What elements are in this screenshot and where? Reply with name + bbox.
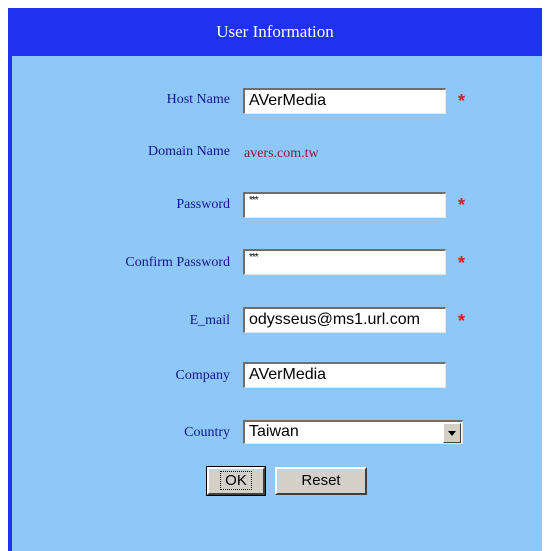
domain-name-value: avers.com.tw	[244, 146, 319, 161]
password-label: Password	[176, 197, 230, 212]
confirm-password-input[interactable]: ***	[243, 249, 446, 275]
email-label: E_mail	[189, 313, 230, 328]
ok-button[interactable]: OK	[206, 466, 266, 496]
email-required-marker: *	[458, 311, 466, 331]
confirm-password-label: Confirm Password	[125, 255, 230, 270]
email-input[interactable]: odysseus@ms1.url.com	[243, 307, 446, 333]
reset-button[interactable]: Reset	[275, 467, 367, 495]
country-selected-value: Taiwan	[249, 423, 299, 440]
company-label: Company	[175, 368, 230, 383]
country-label: Country	[184, 425, 230, 440]
password-input[interactable]: ***	[243, 192, 446, 218]
country-select[interactable]: Taiwan	[243, 420, 463, 444]
confirm-password-required-marker: *	[458, 253, 466, 273]
ok-button-label: OK	[220, 471, 252, 490]
host-name-label: Host Name	[166, 92, 230, 107]
panel-left-border	[8, 56, 12, 551]
company-input[interactable]: AVerMedia	[243, 362, 446, 388]
chevron-down-icon[interactable]	[443, 423, 461, 443]
domain-name-label: Domain Name	[147, 144, 230, 159]
panel-title: User Information	[8, 8, 542, 56]
host-name-required-marker: *	[458, 91, 466, 111]
host-name-input[interactable]: AVerMedia	[243, 88, 446, 114]
password-required-marker: *	[458, 195, 466, 215]
